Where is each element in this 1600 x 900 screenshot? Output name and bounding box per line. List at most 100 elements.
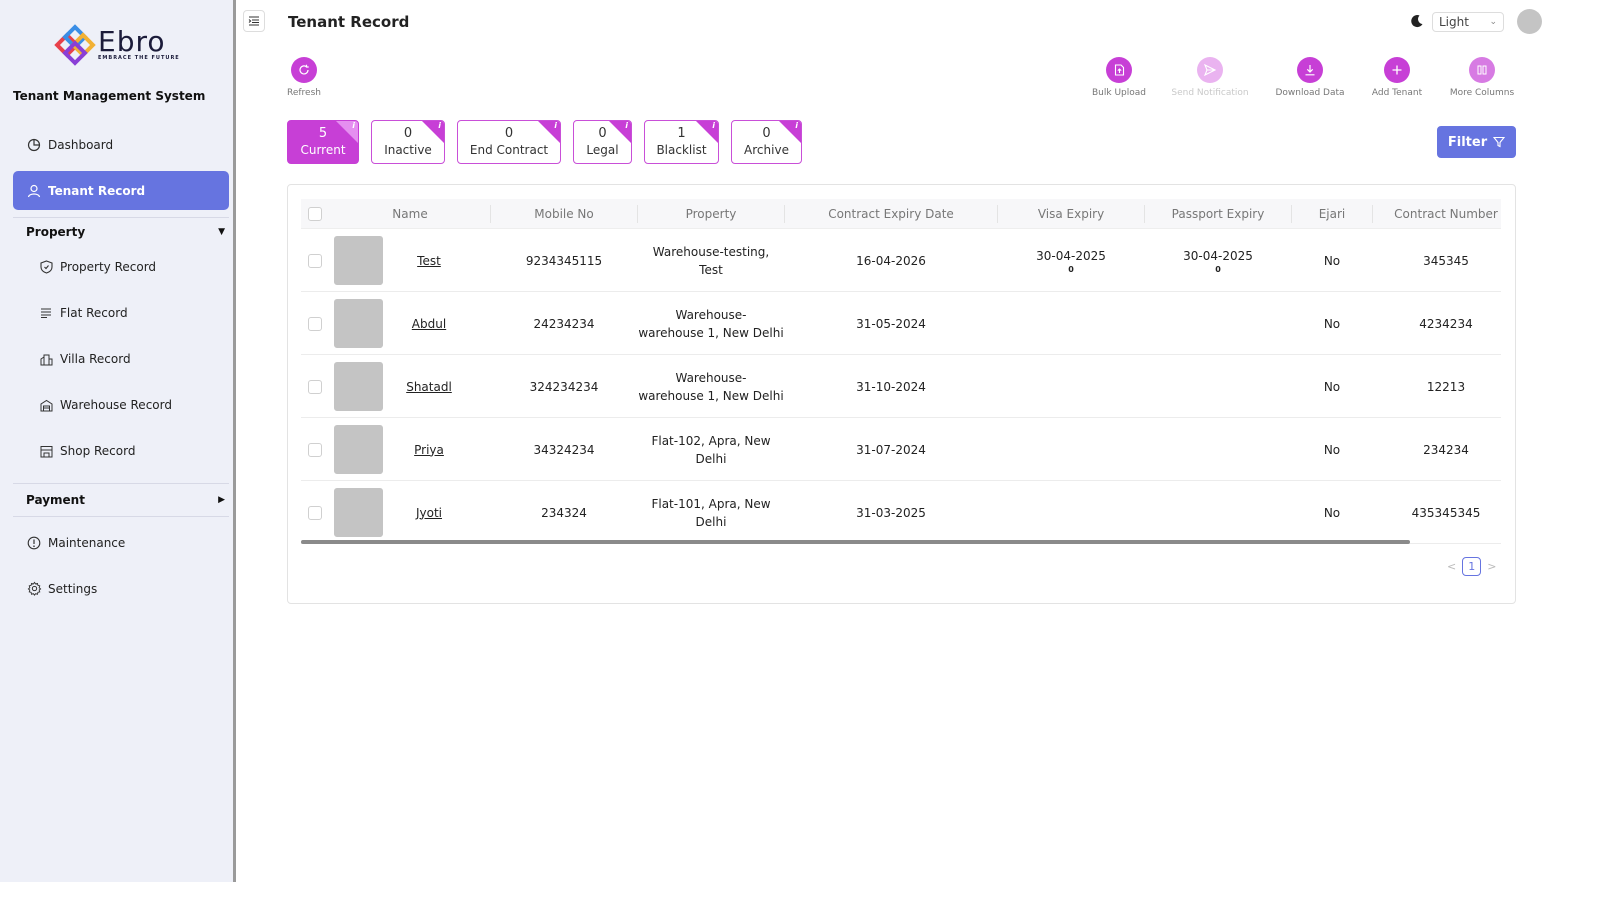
column-header-mobile[interactable]: Mobile No xyxy=(491,199,637,229)
column-header-property[interactable]: Property xyxy=(638,199,784,229)
plus-icon xyxy=(1384,57,1410,83)
status-label: End Contract xyxy=(469,143,549,157)
property-line: warehouse 1, New Delhi xyxy=(638,388,784,403)
property-cell: Flat-101, Apra, New Delhi xyxy=(638,481,784,544)
contract-expiry-cell: 31-07-2024 xyxy=(856,442,926,457)
column-header-name[interactable]: Name xyxy=(330,199,490,229)
sidebar-item-tenant-record[interactable]: Tenant Record xyxy=(13,171,229,210)
pie-chart-icon xyxy=(26,137,42,153)
user-icon xyxy=(26,183,42,199)
prev-page-button[interactable]: < xyxy=(1447,560,1456,573)
moon-icon xyxy=(1410,13,1424,32)
mobile-cell: 34324234 xyxy=(533,442,595,457)
column-header-contract-expiry[interactable]: Contract Expiry Date xyxy=(785,199,997,229)
next-page-button[interactable]: > xyxy=(1487,560,1496,573)
ejari-cell: No xyxy=(1323,442,1341,457)
property-line: Flat-101, Apra, New xyxy=(651,496,771,511)
theme-select[interactable]: Light ⌄ xyxy=(1432,12,1504,32)
menu-toggle-button[interactable] xyxy=(243,10,265,32)
sidebar-resize-handle[interactable] xyxy=(233,0,236,882)
more-columns-button[interactable]: More Columns xyxy=(1437,57,1527,98)
column-header-contract-number[interactable]: Contract Number xyxy=(1373,199,1519,229)
add-tenant-button[interactable]: Add Tenant xyxy=(1352,57,1442,98)
contract-expiry-cell: 31-03-2025 xyxy=(856,505,926,520)
logo-text: Ebro xyxy=(98,25,166,58)
sidebar-section-property[interactable]: Property ▼ xyxy=(13,218,229,246)
status-label: Blacklist xyxy=(656,143,707,157)
info-icon[interactable]: i xyxy=(625,121,628,130)
tenant-photo xyxy=(334,362,383,411)
property-line: Warehouse- xyxy=(675,370,747,385)
property-line: Warehouse-testing, xyxy=(652,244,770,259)
info-icon[interactable]: i xyxy=(554,121,557,130)
column-header-passport-expiry[interactable]: Passport Expiry xyxy=(1145,199,1291,229)
sidebar-item-label: Dashboard xyxy=(48,137,114,152)
property-line: Test xyxy=(699,262,723,277)
contract-number-cell: 234234 xyxy=(1423,442,1469,457)
pagination: < 1 > xyxy=(1447,557,1496,576)
logo-icon xyxy=(54,24,96,66)
select-all-checkbox[interactable] xyxy=(308,207,322,221)
info-icon[interactable]: i xyxy=(795,121,798,130)
filter-button[interactable]: Filter xyxy=(1437,126,1516,158)
row-checkbox[interactable] xyxy=(308,380,322,394)
status-tab-blacklist[interactable]: i 1 Blacklist xyxy=(644,120,719,164)
chevron-down-icon: ⌄ xyxy=(1489,17,1497,27)
download-icon xyxy=(1297,57,1323,83)
row-checkbox[interactable] xyxy=(308,443,322,457)
status-tab-inactive[interactable]: i 0 Inactive xyxy=(371,120,445,164)
refresh-button[interactable]: Refresh xyxy=(259,57,349,98)
row-checkbox[interactable] xyxy=(308,506,322,520)
page-number-button[interactable]: 1 xyxy=(1462,557,1482,576)
tenant-name-link[interactable]: Shatadl xyxy=(406,378,452,396)
refresh-label: Refresh xyxy=(287,88,321,98)
logo-tagline: EMBRACE THE FUTURE xyxy=(98,55,180,61)
sidebar-item-label: Warehouse Record xyxy=(60,398,172,412)
status-tab-legal[interactable]: i 0 Legal xyxy=(573,120,632,164)
info-icon[interactable]: i xyxy=(352,121,355,130)
status-tab-archive[interactable]: i 0 Archive xyxy=(731,120,802,164)
send-notification-button[interactable]: Send Notification xyxy=(1165,57,1255,98)
sidebar-item-label: Tenant Record xyxy=(48,183,146,198)
filter-label: Filter xyxy=(1447,134,1488,150)
sidebar-item-warehouse-record[interactable]: Warehouse Record xyxy=(38,390,172,420)
info-icon[interactable]: i xyxy=(712,121,715,130)
bulk-upload-button[interactable]: Bulk Upload xyxy=(1074,57,1164,98)
section-label: Property xyxy=(26,225,86,239)
contract-expiry-cell: 16-04-2026 xyxy=(856,253,926,268)
ejari-cell: No xyxy=(1323,379,1341,394)
more-columns-label: More Columns xyxy=(1449,88,1515,98)
sidebar-item-property-record[interactable]: Property Record xyxy=(38,252,156,282)
status-tab-current[interactable]: i 5 Current xyxy=(287,120,359,164)
info-icon[interactable]: i xyxy=(438,121,441,130)
tenant-name-link[interactable]: Abdul xyxy=(412,315,446,333)
sidebar-item-maintenance[interactable]: Maintenance xyxy=(13,523,229,562)
avatar[interactable] xyxy=(1517,9,1542,34)
tenant-photo xyxy=(334,299,383,348)
column-header-ejari[interactable]: Ejari xyxy=(1292,199,1372,229)
tenant-name-link[interactable]: Jyoti xyxy=(416,504,442,522)
theme-select-value: Light xyxy=(1439,15,1469,29)
sidebar-item-villa-record[interactable]: Villa Record xyxy=(38,344,131,374)
status-label: Inactive xyxy=(384,143,432,157)
horizontal-scrollbar[interactable] xyxy=(301,540,1410,544)
column-header-visa-expiry[interactable]: Visa Expiry xyxy=(998,199,1144,229)
row-checkbox[interactable] xyxy=(308,317,322,331)
tenant-name-link[interactable]: Test xyxy=(417,252,441,270)
page-title: Tenant Record xyxy=(288,13,410,31)
sidebar-item-flat-record[interactable]: Flat Record xyxy=(38,298,128,328)
status-count: 0 xyxy=(504,126,514,141)
sidebar-item-settings[interactable]: Settings xyxy=(13,569,229,608)
sidebar-section-payment[interactable]: Payment ▶ xyxy=(13,486,229,514)
status-count: 5 xyxy=(318,126,328,141)
ejari-cell: No xyxy=(1323,253,1341,268)
sidebar-item-label: Maintenance xyxy=(48,535,126,550)
status-tab-end-contract[interactable]: i 0 End Contract xyxy=(457,120,561,164)
mobile-cell: 9234345115 xyxy=(525,253,603,268)
row-checkbox[interactable] xyxy=(308,254,322,268)
download-data-button[interactable]: Download Data xyxy=(1265,57,1355,98)
tenant-name-link[interactable]: Priya xyxy=(414,441,444,459)
sidebar-item-shop-record[interactable]: Shop Record xyxy=(38,436,135,466)
sidebar-item-dashboard[interactable]: Dashboard xyxy=(13,125,229,164)
sidebar-item-label: Settings xyxy=(48,581,98,596)
